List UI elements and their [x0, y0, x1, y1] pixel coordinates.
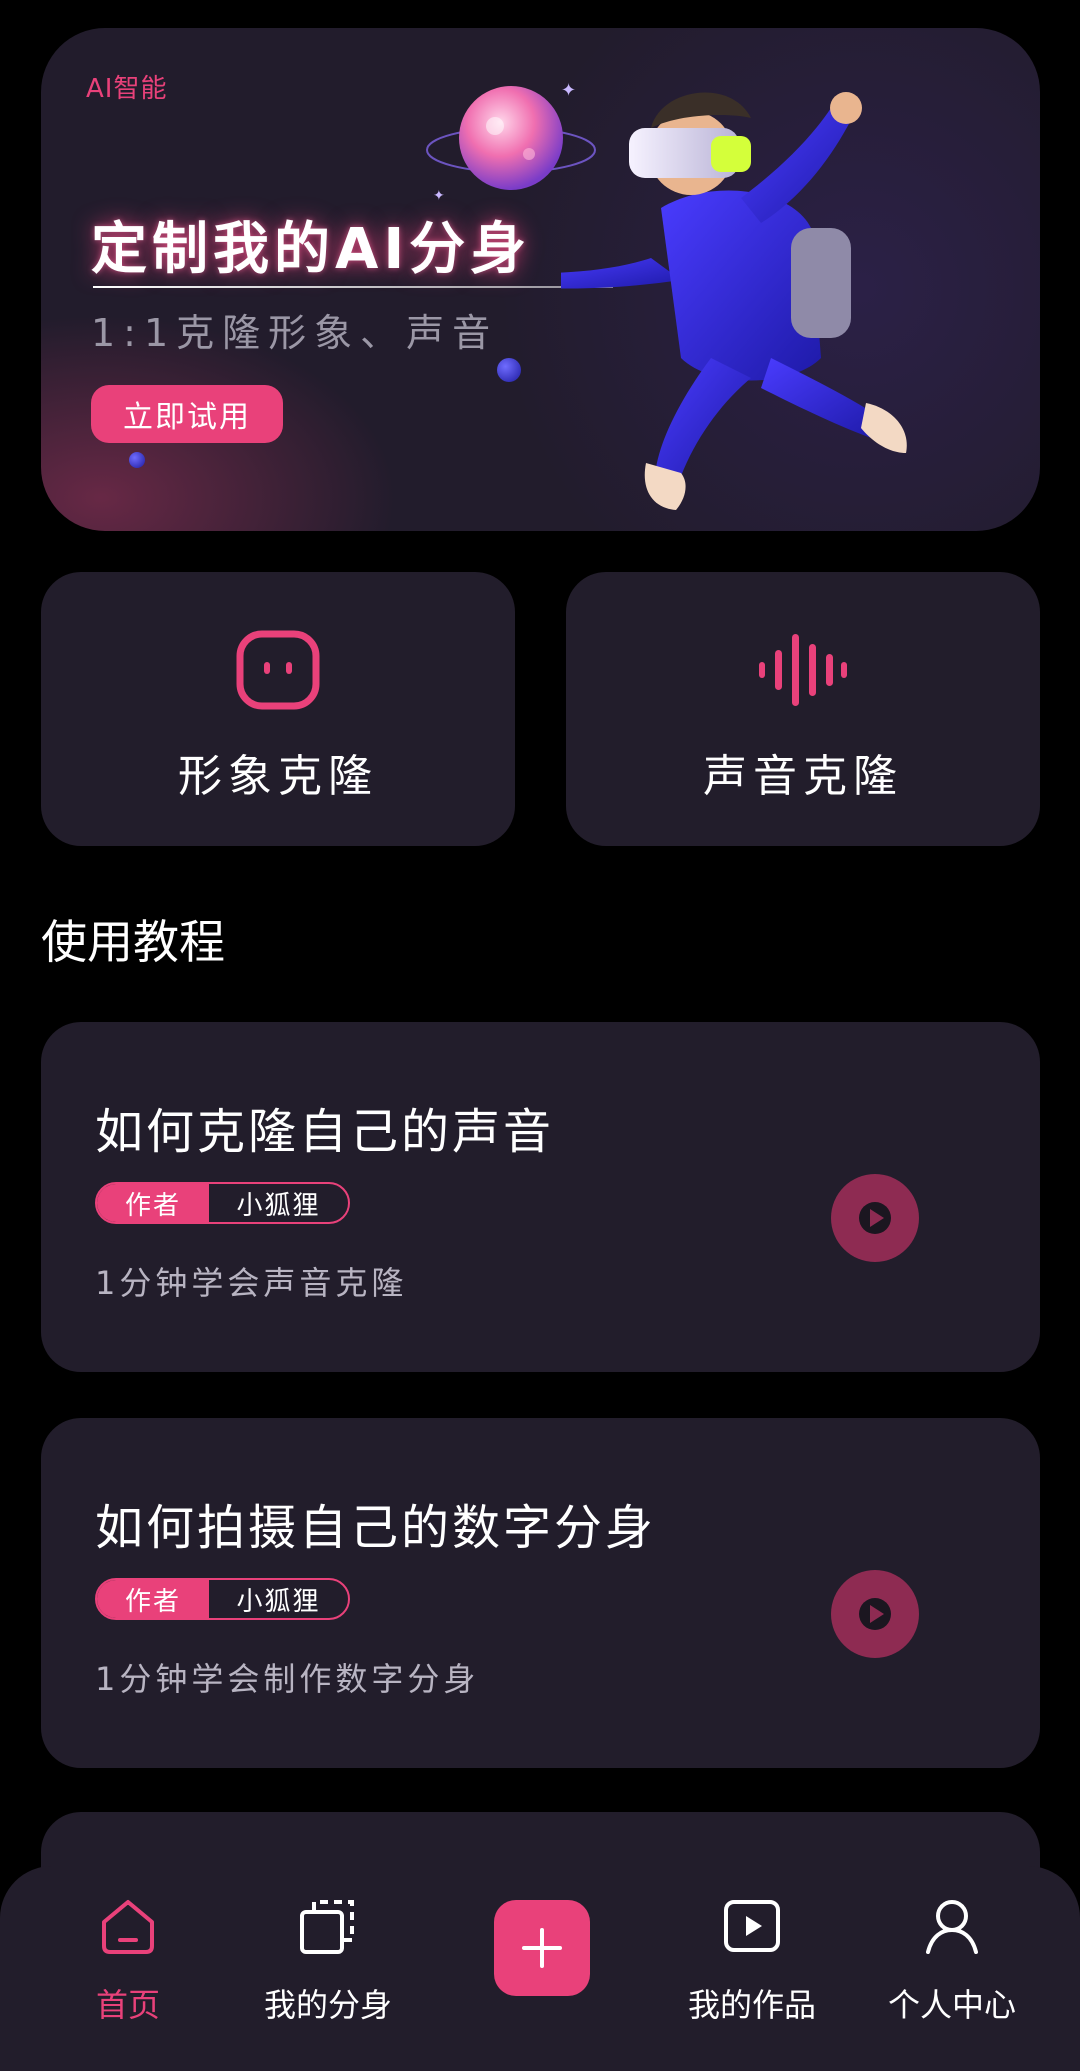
- tab-label: 首页: [95, 1986, 160, 2024]
- image-clone-label: 形象克隆: [178, 751, 378, 802]
- author-name: 小狐狸: [236, 1586, 321, 1617]
- banner-tag: AI智能: [86, 74, 168, 104]
- tab-label: 个人中心: [887, 1986, 1016, 2024]
- tab-home[interactable]: 首页: [20, 1866, 236, 2046]
- tutorial-card[interactable]: 如何克隆自己的声音 作者 小狐狸 1分钟学会声音克隆: [41, 1022, 1040, 1372]
- plus-icon: [522, 1928, 562, 1968]
- tutorial-card[interactable]: 如何拍摄自己的数字分身 作者 小狐狸 1分钟学会制作数字分身: [41, 1418, 1040, 1768]
- tutorial-description: 1分钟学会制作数字分身: [95, 1660, 480, 1698]
- promo-banner[interactable]: AI智能 ✦ ✦ 定制我的AI分身 1:1克隆形象、声音 立即试用: [41, 28, 1040, 531]
- banner-title: 定制我的AI分身: [91, 217, 532, 282]
- author-name: 小狐狸: [236, 1190, 321, 1221]
- try-now-button[interactable]: 立即试用: [91, 385, 283, 443]
- banner-divider: [93, 286, 613, 288]
- author-badge: 作者 小狐狸: [95, 1578, 350, 1620]
- play-icon: [859, 1598, 891, 1630]
- video-play-icon: [724, 1900, 780, 1952]
- home-icon: [102, 1900, 154, 1954]
- banner-subtitle: 1:1克隆形象、声音: [91, 311, 499, 355]
- tab-label: 我的作品: [687, 1986, 816, 2024]
- tab-profile[interactable]: 个人中心: [844, 1866, 1060, 2046]
- sound-wave-icon: [759, 634, 847, 706]
- decor-orb: [497, 358, 521, 382]
- robot-face-icon: [236, 630, 320, 710]
- image-clone-card[interactable]: 形象克隆: [41, 572, 515, 846]
- svg-text:✦: ✦: [433, 188, 445, 204]
- tab-my-avatar[interactable]: 我的分身: [220, 1866, 436, 2046]
- tutorials-section-title: 使用教程: [41, 915, 225, 969]
- create-button[interactable]: [494, 1900, 590, 1996]
- play-button[interactable]: [831, 1570, 919, 1658]
- voice-clone-card[interactable]: 声音克隆: [566, 572, 1040, 846]
- author-badge: 作者 小狐狸: [95, 1182, 350, 1224]
- avatar-copy-icon: [300, 1900, 354, 1954]
- vr-character-illustration-icon: [561, 92, 907, 510]
- author-label: 作者: [97, 1184, 209, 1222]
- bottom-tab-bar: 首页 我的分身 我的作品 个人中心: [0, 1866, 1080, 2071]
- tutorial-description: 1分钟学会声音克隆: [95, 1264, 408, 1302]
- tutorial-title: 如何克隆自己的声音: [95, 1104, 555, 1160]
- voice-clone-label: 声音克隆: [703, 751, 903, 802]
- tab-my-works[interactable]: 我的作品: [644, 1866, 860, 2046]
- author-label: 作者: [97, 1580, 209, 1618]
- tutorial-title: 如何拍摄自己的数字分身: [95, 1500, 657, 1556]
- tab-label: 我的分身: [263, 1986, 392, 2024]
- play-button[interactable]: [831, 1174, 919, 1262]
- decor-orb: [129, 452, 145, 468]
- play-icon: [859, 1202, 891, 1234]
- person-icon: [926, 1900, 978, 1954]
